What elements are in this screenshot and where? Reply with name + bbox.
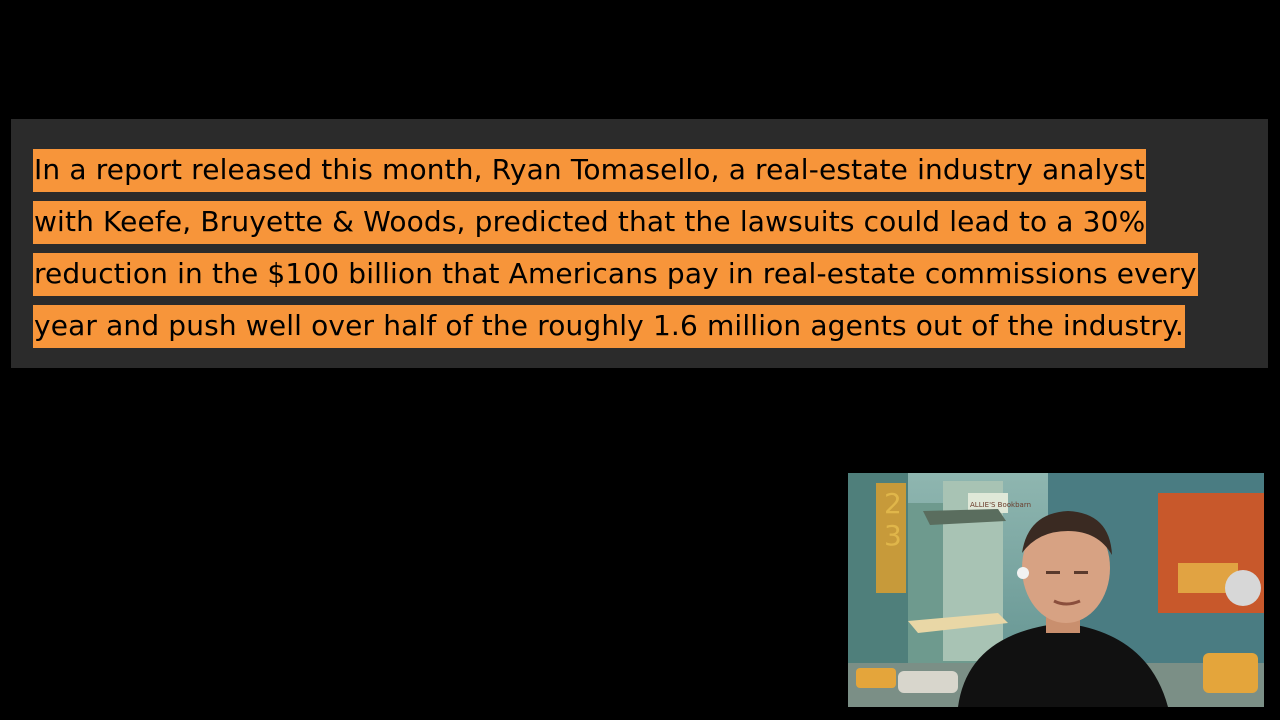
svg-text:3: 3 <box>884 519 902 552</box>
highlighted-text: year and push well over half of the roug… <box>33 305 1185 348</box>
highlighted-text: In a report released this month, Ryan To… <box>33 149 1147 192</box>
car-white <box>898 671 958 693</box>
highlighted-text: reduction in the $100 billion that Ameri… <box>33 253 1198 296</box>
taxi-left <box>856 668 896 688</box>
quote-line: In a report released this month, Ryan To… <box>33 144 1263 196</box>
webcam-overlay: 2 3 ALLIE'S Bookbarn <box>848 473 1264 707</box>
person-eye <box>1046 571 1060 574</box>
taxi-right <box>1203 653 1258 693</box>
svg-text:2: 2 <box>884 487 902 520</box>
earbud <box>1017 567 1029 579</box>
quote-line: year and push well over half of the roug… <box>33 300 1263 352</box>
quote-line: reduction in the $100 billion that Ameri… <box>33 248 1263 300</box>
person-eye <box>1074 571 1088 574</box>
quote-panel: In a report released this month, Ryan To… <box>11 119 1268 368</box>
round-sign <box>1225 570 1261 606</box>
highlighted-text: with Keefe, Bruyette & Woods, predicted … <box>33 201 1147 244</box>
quote-text: In a report released this month, Ryan To… <box>33 144 1263 352</box>
quote-line: with Keefe, Bruyette & Woods, predicted … <box>33 196 1263 248</box>
shop-sign-text: ALLIE'S Bookbarn <box>970 501 1031 509</box>
webcam-scene: 2 3 ALLIE'S Bookbarn <box>848 473 1264 707</box>
